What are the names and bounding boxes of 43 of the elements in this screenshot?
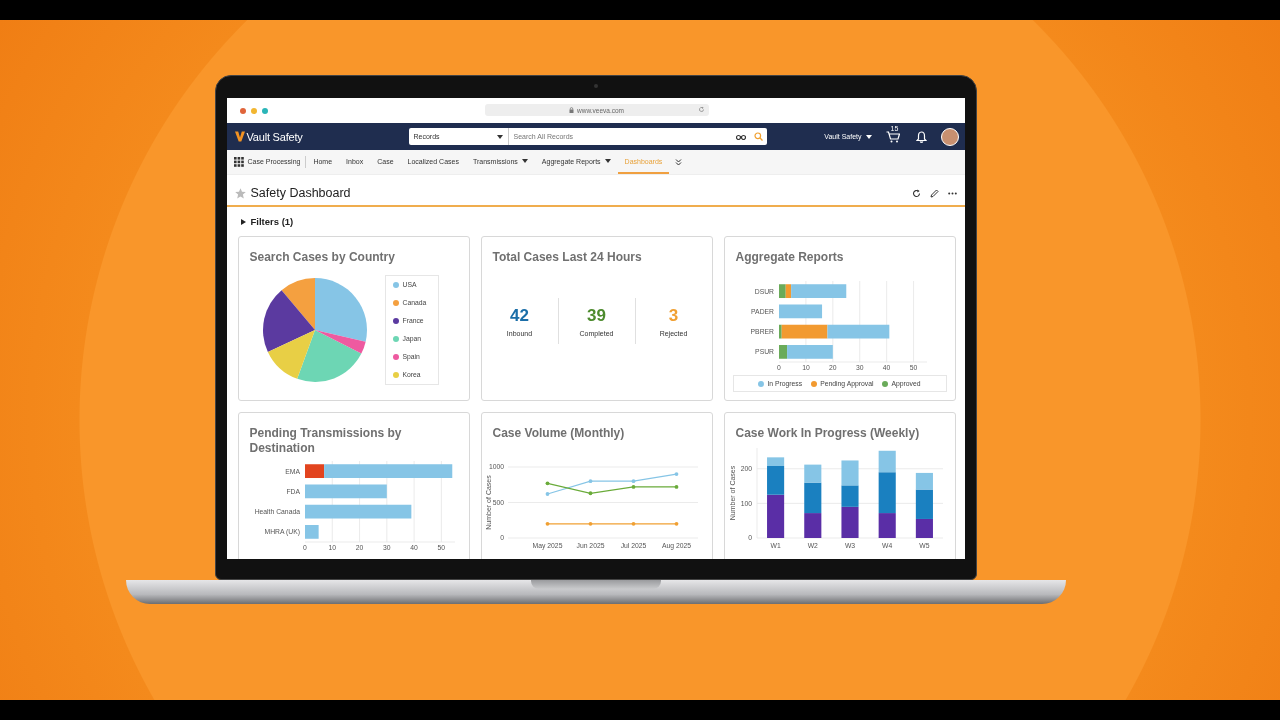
filters-toggle[interactable]: Filters (1)	[240, 216, 294, 227]
card-title: Search Cases by Country	[248, 249, 396, 265]
bell-icon[interactable]	[915, 130, 927, 143]
card-title: Total Cases Last 24 Hours	[491, 249, 643, 265]
data-point	[588, 491, 592, 496]
cart-icon[interactable]	[885, 130, 900, 143]
binoculars-icon	[735, 133, 746, 140]
bar	[803, 513, 821, 538]
card-title: Case Work In Progress (Weekly)	[734, 425, 921, 441]
card-title: Case Volume (Monthly)	[491, 425, 626, 441]
avatar[interactable]	[940, 127, 959, 146]
grid-icon[interactable]	[233, 157, 244, 167]
card-title: Aggregate Reports	[734, 249, 845, 265]
logo-icon	[234, 131, 245, 142]
data-point	[674, 521, 678, 526]
caret-icon	[865, 134, 872, 139]
lock-icon	[569, 107, 574, 113]
caret-icon	[496, 134, 503, 139]
stat-value: 39	[587, 305, 606, 326]
close-button[interactable]	[239, 107, 246, 114]
data-point	[545, 492, 549, 496]
search-icon	[753, 132, 763, 141]
stat-value: 42	[510, 305, 529, 326]
ellipsis-icon[interactable]	[947, 191, 957, 195]
data-point	[631, 521, 635, 526]
data-point	[588, 479, 592, 484]
refresh-icon[interactable]	[911, 188, 921, 198]
data-point	[674, 472, 678, 476]
bar	[778, 304, 822, 319]
app-name: Vault Safety	[246, 130, 303, 143]
data-point	[674, 485, 678, 489]
data-point	[545, 481, 549, 486]
stat-value: 3	[668, 305, 679, 326]
data-point	[545, 521, 549, 526]
bar	[826, 324, 889, 339]
star-icon[interactable]	[234, 187, 246, 199]
page-title: Safety Dashboard	[250, 186, 351, 200]
pencil-icon[interactable]	[929, 188, 939, 198]
bar	[304, 525, 319, 539]
bar	[840, 460, 859, 486]
data-point	[588, 521, 592, 526]
card-title: Pending Transmissions by Destination	[248, 425, 403, 456]
double-chevron-icon[interactable]	[675, 158, 683, 166]
